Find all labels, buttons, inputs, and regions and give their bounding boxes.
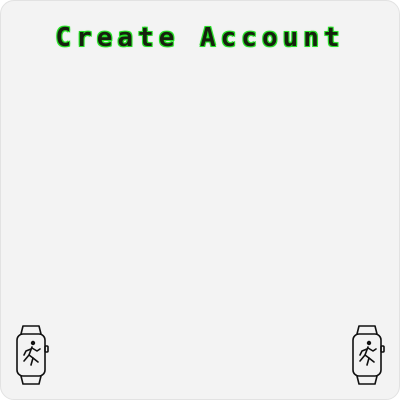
smartwatch-running-icon [349, 324, 385, 386]
create-account-screen: Create Account [0, 0, 400, 400]
page-title: Create Account [55, 23, 345, 53]
smartwatch-running-icon [13, 324, 49, 386]
